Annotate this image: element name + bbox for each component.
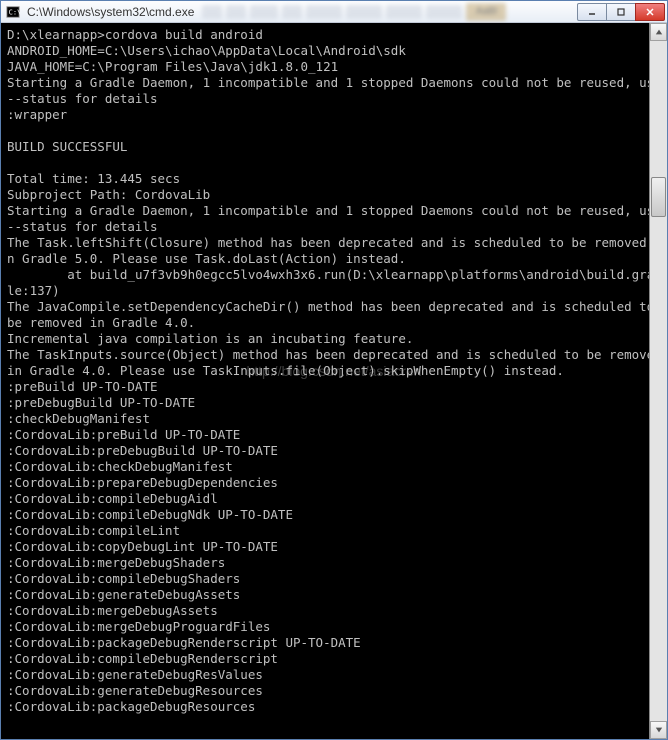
svg-text:C:\: C:\ [9, 8, 20, 16]
terminal-output[interactable]: D:\xlearnapp>cordova build android ANDRO… [1, 23, 667, 739]
scroll-up-button[interactable] [650, 23, 667, 41]
scroll-down-button[interactable] [650, 721, 667, 739]
minimize-button[interactable] [577, 3, 607, 21]
maximize-button[interactable] [606, 3, 636, 21]
scrollbar-track[interactable] [650, 41, 667, 721]
cmd-window: C:\ C:\Windows\system32\cmd.exe AaBl [0, 0, 668, 740]
watermark-text: http://blog.csdn.net/asiacren [246, 363, 421, 379]
window-title: C:\Windows\system32\cmd.exe [27, 5, 194, 19]
scrollbar-thumb[interactable] [651, 177, 666, 217]
scrollbar-vertical[interactable] [649, 23, 667, 739]
close-button[interactable] [635, 3, 665, 21]
background-ribbon: AaBl [202, 3, 570, 21]
title-bar[interactable]: C:\ C:\Windows\system32\cmd.exe AaBl [1, 1, 667, 23]
cmd-icon: C:\ [5, 4, 21, 20]
window-controls [578, 3, 665, 21]
